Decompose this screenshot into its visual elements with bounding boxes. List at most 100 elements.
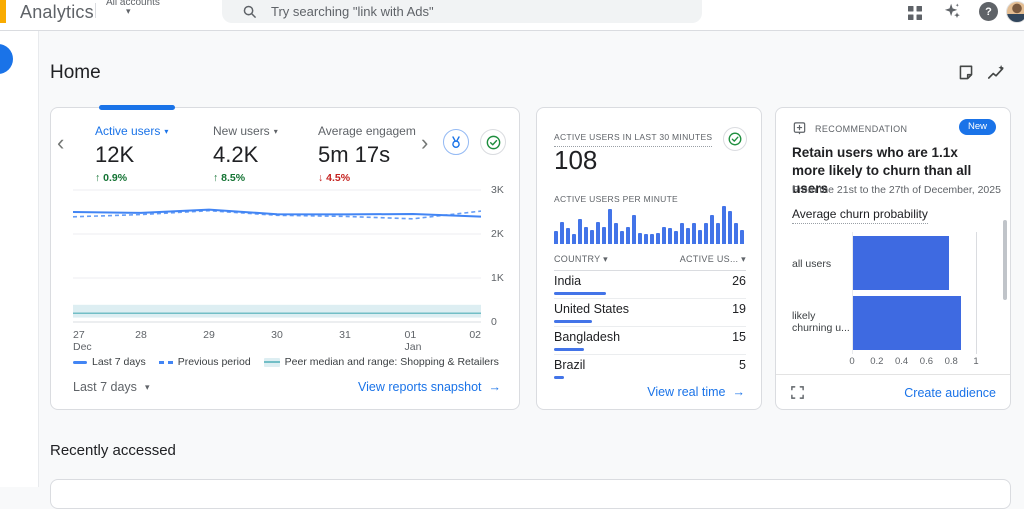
card-scrollbar[interactable] [1003, 220, 1007, 300]
y-axis-label: 3K [491, 184, 504, 196]
view-real-time-link[interactable]: View real time → [647, 385, 745, 399]
minute-bar [710, 215, 714, 244]
date-range-selector[interactable]: Last 7 days ▾ [73, 380, 149, 394]
metric-value: 5m 17s [318, 142, 391, 167]
legend-item: Peer median and range: Shopping & Retail… [263, 356, 499, 368]
minute-bar [602, 227, 606, 244]
chevron-down-icon[interactable]: ▾ [126, 6, 131, 17]
recently-accessed-card-peek [50, 479, 1011, 509]
active-users-count: 108 [554, 145, 598, 175]
metric-selector[interactable]: Active users ▾ [95, 124, 168, 138]
country-value: 15 [732, 330, 746, 344]
users-trend-line-chart [73, 189, 481, 323]
country-value: 19 [732, 302, 746, 316]
search-input[interactable] [269, 3, 673, 20]
gemini-sparkle-icon[interactable] [942, 1, 962, 21]
x-axis-label: 28 [135, 329, 147, 341]
metric-delta: ↓ 4.5% [318, 172, 351, 184]
minute-bar [638, 233, 642, 244]
insights-icon[interactable] [986, 63, 1006, 83]
churn-bar-likely-churning [852, 296, 961, 350]
band-swatch [263, 357, 280, 367]
carousel-tab-indicator[interactable] [99, 105, 175, 110]
data-quality-check-icon[interactable] [723, 127, 747, 151]
solid-line-swatch [73, 360, 87, 364]
legend-item: Previous period [158, 356, 251, 368]
chevron-down-icon: ▾ [273, 126, 278, 136]
country-bar [554, 376, 564, 379]
churn-probability-bar-chart: all users likely churning u... 0 0.2 0.4 0.… [776, 226, 1012, 368]
churn-axis-tick: 0.6 [919, 356, 933, 367]
recommendation-eyebrow: RECOMMENDATION [815, 123, 908, 134]
divider [776, 374, 1010, 375]
y-axis-label: 1K [491, 272, 504, 284]
minute-bar [722, 206, 726, 244]
recommendation-card: RECOMMENDATION New Retain users who are … [775, 107, 1011, 410]
account-switcher[interactable]: All accounts [106, 0, 160, 8]
metric-selector[interactable]: New users ▾ [213, 124, 278, 138]
user-avatar[interactable] [1006, 1, 1024, 23]
analytics-brand[interactable]: Analytics [20, 2, 94, 23]
x-axis-label: 02 [469, 329, 481, 341]
data-quality-check-icon[interactable] [480, 129, 506, 155]
page-title: Home [50, 62, 101, 83]
minute-bar [566, 228, 570, 244]
metric-new-users: New users ▾ 4.2K ↑ 8.5% [213, 124, 278, 184]
minute-bar [554, 231, 558, 244]
x-axis-label: 29 [203, 329, 215, 341]
category-label: likely churning u... [792, 310, 850, 334]
help-icon[interactable]: ? [979, 2, 998, 21]
column-active-users[interactable]: ACTIVE US... ▾ [680, 254, 746, 265]
minute-bar [716, 223, 720, 244]
country-bar [554, 292, 606, 295]
minute-bar [578, 219, 582, 244]
view-reports-snapshot-link[interactable]: View reports snapshot → [358, 380, 501, 394]
metric-value: 12K [95, 142, 135, 167]
chevron-down-icon: ▾ [164, 126, 169, 136]
minute-bar [650, 234, 654, 244]
chevron-right-icon[interactable]: › [421, 132, 428, 154]
minute-bar [644, 234, 648, 244]
churn-axis-tick: 0.8 [944, 356, 958, 367]
churn-axis-tick: 0.4 [894, 356, 909, 367]
note-icon[interactable] [956, 63, 976, 83]
benchmarking-medal-icon[interactable] [443, 129, 469, 155]
churn-x-axis: 0 0.2 0.4 0.6 0.8 1 [849, 356, 978, 368]
top-app-bar: Analytics All accounts ▾ ? [0, 0, 1024, 31]
create-audience-link[interactable]: Create audience [904, 386, 996, 400]
minute-bar [560, 222, 564, 244]
country-bar [554, 348, 584, 351]
country-bar [554, 320, 592, 323]
metric-selector[interactable]: Average engagement▾ [318, 124, 416, 138]
country-name: India [554, 274, 582, 288]
country-name: United States [554, 302, 630, 316]
category-label: all users [792, 258, 832, 270]
table-header: COUNTRY ▾ ACTIVE US... ▾ [554, 254, 746, 271]
chevron-left-icon[interactable]: ‹ [57, 132, 64, 154]
users-per-minute-bar-chart [554, 206, 746, 244]
minute-bar [590, 230, 594, 244]
minute-bar [674, 231, 678, 244]
minute-bar [668, 228, 672, 244]
metric-active-users: Active users ▾ 12K ↑ 0.9% [95, 124, 168, 184]
column-country[interactable]: COUNTRY ▾ [554, 254, 608, 265]
minute-bar [704, 223, 708, 244]
y-axis-label: 0 [491, 316, 497, 328]
search-bar[interactable] [222, 0, 702, 23]
minute-bar [680, 223, 684, 244]
left-navigation [0, 31, 39, 487]
x-axis-label: 30 [271, 329, 283, 341]
minute-bar [608, 209, 612, 244]
country-name: Bangladesh [554, 330, 621, 344]
per-minute-label: ACTIVE USERS PER MINUTE [554, 194, 679, 204]
minute-bar [620, 231, 624, 244]
metric-average-engagement: Average engagement▾ 5m 17s ↓ 4.5% [318, 124, 416, 184]
country-row: India 26 [554, 271, 746, 299]
expand-icon[interactable] [790, 385, 805, 400]
nav-home-active-indicator[interactable] [0, 44, 13, 74]
apps-grid-icon[interactable] [905, 3, 925, 23]
churn-bar-all-users [852, 236, 949, 290]
minute-bar [686, 228, 690, 244]
dashed-line-swatch [158, 360, 173, 364]
realtime-card: ACTIVE USERS IN LAST 30 MINUTES 108 ACTI… [536, 107, 762, 410]
